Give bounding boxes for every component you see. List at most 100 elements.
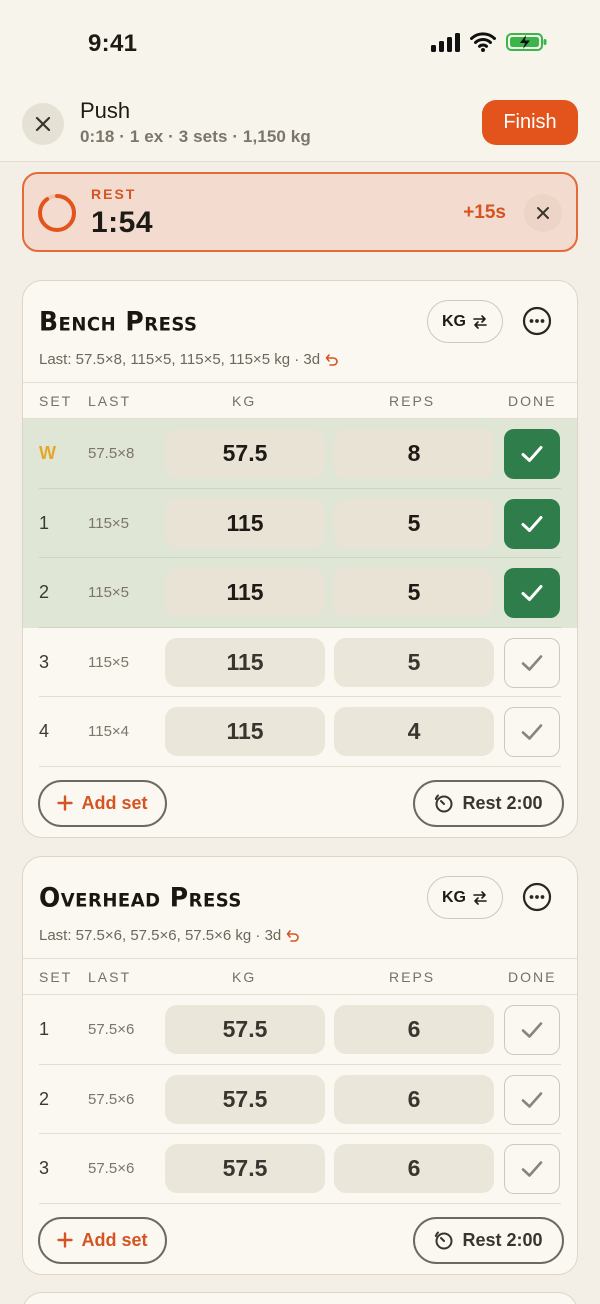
set-row: 1 115×5 115 5 <box>23 488 577 558</box>
set-done-checkbox[interactable] <box>504 1144 560 1194</box>
last-performance: Last: 57.5×8, 115×5, 115×5, 115×5 kg · 3… <box>39 351 339 368</box>
swap-units-icon <box>473 314 487 329</box>
timer-icon <box>435 794 453 813</box>
column-header-kg: KG <box>232 969 257 985</box>
set-table-header: SET LAST KG REPS DONE <box>23 382 577 419</box>
set-done-checkbox[interactable] <box>504 498 560 549</box>
column-header-done: DONE <box>508 393 557 409</box>
rest-timer-banner: REST 1:54 +15s <box>22 172 578 252</box>
checkmark-icon <box>521 585 543 601</box>
weight-input[interactable]: 115 <box>165 637 325 687</box>
previous-set[interactable]: 57.5×8 <box>88 445 134 462</box>
status-time: 9:41 <box>88 30 138 57</box>
previous-set[interactable]: 57.5×6 <box>88 1021 134 1038</box>
repeat-last-icon <box>325 353 338 366</box>
set-row: 3 115×5 115 5 <box>23 628 577 697</box>
weight-input[interactable]: 57.5 <box>165 1005 325 1054</box>
set-number[interactable]: 1 <box>39 513 49 534</box>
checkmark-icon <box>521 724 543 740</box>
battery-charging-icon <box>506 33 547 51</box>
set-number[interactable]: 2 <box>39 1089 49 1110</box>
exercise-name: Bench Press <box>39 306 198 337</box>
set-number[interactable]: 3 <box>39 1158 49 1179</box>
plus-icon <box>57 795 74 811</box>
checkmark-icon <box>521 446 543 462</box>
close-icon <box>35 116 51 132</box>
set-row: 1 57.5×6 57.5 6 <box>23 995 577 1065</box>
last-performance: Last: 57.5×6, 57.5×6, 57.5×6 kg · 3d <box>39 927 300 944</box>
exercise-name: Overhead Press <box>39 882 242 913</box>
set-number[interactable]: 4 <box>39 721 49 742</box>
set-number[interactable]: 2 <box>39 582 49 603</box>
card-footer: Add set Rest 2:00 <box>23 767 577 837</box>
add-set-button[interactable]: Add set <box>38 779 167 827</box>
reps-input[interactable]: 6 <box>334 1144 494 1193</box>
previous-set[interactable]: 57.5×6 <box>88 1091 134 1108</box>
previous-set[interactable]: 57.5×6 <box>88 1160 134 1177</box>
set-done-checkbox[interactable] <box>504 637 560 688</box>
set-done-checkbox[interactable] <box>504 1074 560 1125</box>
column-header-set: SET <box>39 969 73 985</box>
add-set-button[interactable]: Add set <box>38 1216 167 1264</box>
reps-input[interactable]: 5 <box>334 637 494 687</box>
exercise-more-button[interactable] <box>522 882 552 912</box>
previous-set[interactable]: 115×4 <box>88 723 129 740</box>
reps-input[interactable]: 6 <box>334 1005 494 1054</box>
wifi-icon <box>470 32 496 52</box>
dismiss-rest-button[interactable] <box>524 194 562 232</box>
unit-toggle-button[interactable]: KG <box>427 876 503 919</box>
weight-input[interactable]: 115 <box>165 568 325 617</box>
reps-input[interactable]: 5 <box>334 498 494 548</box>
workout-title: Push <box>80 98 131 123</box>
add-set-label: Add set <box>81 792 148 813</box>
rest-timer-button[interactable]: Rest 2:00 <box>413 1216 564 1264</box>
weight-input[interactable]: 115 <box>165 707 325 756</box>
previous-set[interactable]: 115×5 <box>88 654 129 671</box>
set-table-header: SET LAST KG REPS DONE <box>23 958 577 995</box>
set-number[interactable]: W <box>39 443 56 464</box>
repeat-last-icon <box>286 929 300 942</box>
workout-summary: 0:18 · 1 ex · 3 sets · 1,150 kg <box>80 127 311 146</box>
card-footer: Add set Rest 2:00 <box>23 1204 577 1274</box>
column-header-kg: KG <box>232 393 257 409</box>
set-row: 2 115×5 115 5 <box>23 558 577 628</box>
status-icons <box>431 32 548 52</box>
set-done-checkbox[interactable] <box>504 1005 560 1055</box>
exercise-more-button[interactable] <box>522 306 552 336</box>
set-row: 3 57.5×6 57.5 6 <box>23 1134 577 1204</box>
add-15s-button[interactable]: +15s <box>463 202 506 224</box>
exercise-card: Overhead Press KG Last: 57.5×6, 57.5×6, 57… <box>22 856 578 1275</box>
weight-input[interactable]: 57.5 <box>165 1144 325 1193</box>
discard-workout-button[interactable] <box>22 103 64 145</box>
rest-timer-label: Rest 2:00 <box>462 1229 543 1250</box>
reps-input[interactable]: 5 <box>334 568 494 617</box>
column-header-reps: REPS <box>389 393 436 409</box>
checkmark-icon <box>521 654 543 671</box>
add-set-label: Add set <box>81 1229 148 1250</box>
unit-toggle-button[interactable]: KG <box>427 300 503 343</box>
rest-timer-button[interactable]: Rest 2:00 <box>413 779 564 827</box>
checkmark-icon <box>521 1022 543 1038</box>
unit-label: KG <box>442 888 466 906</box>
rest-progress-ring <box>38 194 76 232</box>
previous-set[interactable]: 115×5 <box>88 515 129 532</box>
set-done-checkbox[interactable] <box>504 429 560 479</box>
last-performance-text: Last: 57.5×6, 57.5×6, 57.5×6 kg · 3d <box>39 927 282 944</box>
column-header-set: SET <box>39 393 73 409</box>
workout-header: Push 0:18 · 1 ex · 3 sets · 1,150 kg Fin… <box>0 86 600 162</box>
reps-input[interactable]: 6 <box>334 1074 494 1124</box>
set-number[interactable]: 1 <box>39 1019 49 1040</box>
set-done-checkbox[interactable] <box>504 707 560 757</box>
reps-input[interactable]: 4 <box>334 707 494 756</box>
previous-set[interactable]: 115×5 <box>88 584 129 601</box>
set-done-checkbox[interactable] <box>504 568 560 618</box>
rest-timer-label: Rest 2:00 <box>462 792 543 813</box>
weight-input[interactable]: 57.5 <box>165 1074 325 1124</box>
set-number[interactable]: 3 <box>39 652 49 673</box>
weight-input[interactable]: 115 <box>165 498 325 548</box>
finish-button[interactable]: Finish <box>482 100 578 145</box>
reps-input[interactable]: 8 <box>334 429 494 478</box>
unit-label: KG <box>442 312 466 330</box>
status-bar: 9:41 <box>0 0 600 86</box>
weight-input[interactable]: 57.5 <box>165 429 325 478</box>
